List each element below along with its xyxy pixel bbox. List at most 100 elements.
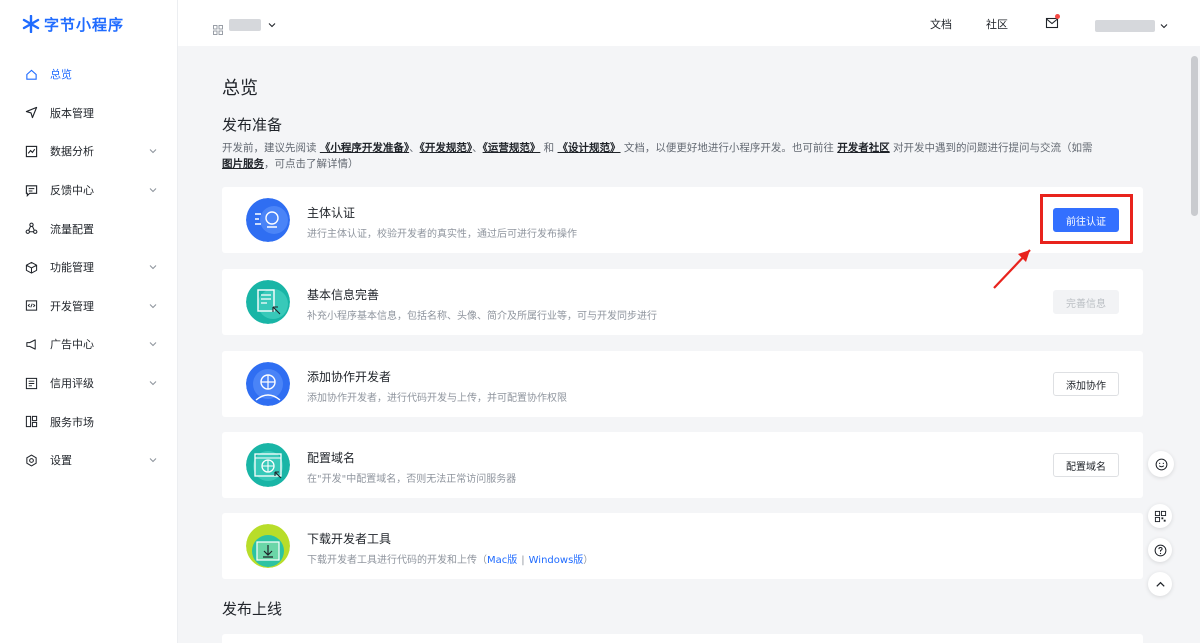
scrollbar[interactable] [1189, 46, 1200, 643]
sidebar-item-label: 设置 [50, 454, 72, 468]
intro-fragment: 文档，以便更好地进行小程序开发。也可前往 [620, 142, 838, 154]
configure-domain-button[interactable]: 配置域名 [1053, 453, 1119, 477]
sidebar-item-label: 总览 [50, 68, 72, 82]
apps-icon [24, 415, 38, 429]
sidebar-nav: 总览 版本管理 数据分析 反馈中心 流量配置 功能管理 开发管理 广告中心 信用… [0, 55, 178, 480]
sidebar-item-label: 开发管理 [50, 299, 94, 313]
community-link[interactable]: 社区 [986, 16, 1008, 32]
verify-icon [246, 198, 290, 242]
add-collaborator-button[interactable]: 添加协作 [1053, 372, 1119, 396]
card-description: 补充小程序基本信息，包括名称、头像、简介及所属行业等，可与开发同步进行 [307, 311, 657, 322]
sidebar-item-feedback[interactable]: 反馈中心 [0, 171, 178, 210]
link-dev-prep[interactable]: 《小程序开发准备》 [320, 142, 409, 154]
cube-icon [24, 260, 38, 274]
highlight-box [1040, 194, 1133, 244]
scrollbar-thumb[interactable] [1191, 56, 1198, 216]
complete-info-button[interactable]: 完善信息 [1053, 290, 1119, 314]
card-domain: 配置域名 在"开发"中配置域名，否则无法正常访问服务器 配置域名 [222, 432, 1143, 498]
sidebar-item-label: 数据分析 [50, 145, 94, 159]
page-title: 总览 [222, 78, 258, 99]
chevron-down-icon [148, 185, 158, 195]
smile-icon[interactable] [1148, 451, 1174, 477]
link-dev-community[interactable]: 开发者社区 [837, 142, 890, 154]
sidebar-item-ads[interactable]: 广告中心 [0, 325, 178, 364]
sidebar-item-label: 服务市场 [50, 415, 94, 429]
chevron-down-icon [1159, 16, 1169, 35]
sidebar-item-credit[interactable]: 信用评级 [0, 364, 178, 403]
download-icon [246, 524, 290, 568]
link-design-spec[interactable]: 《设计规范》 [558, 142, 621, 154]
card-description: 在"开发"中配置域名，否则无法正常访问服务器 [307, 474, 517, 485]
desc-text: 下载开发者工具进行代码的开发和上传（ [307, 555, 487, 566]
app-name: 字节小程序 [44, 15, 125, 34]
sidebar-item-market[interactable]: 服务市场 [0, 402, 178, 441]
chevron-down-icon [148, 339, 158, 349]
collaborator-icon [246, 362, 290, 406]
sidebar: 字节小程序 总览 版本管理 数据分析 反馈中心 流量配置 功能管理 开发管理 广… [0, 0, 178, 643]
docs-link[interactable]: 文档 [930, 16, 952, 32]
intro-fragment: 、 [409, 142, 420, 154]
card-description: 进行主体认证，校验开发者的真实性，通过后可进行发布操作 [307, 229, 577, 240]
share-icon [24, 222, 38, 236]
notification-dot [1055, 14, 1060, 19]
send-icon [24, 106, 38, 120]
chevron-down-icon [148, 262, 158, 272]
card-title: 主体认证 [307, 206, 356, 220]
sidebar-item-overview[interactable]: 总览 [0, 55, 178, 94]
card-title: 添加协作开发者 [307, 370, 392, 384]
separator: | [521, 555, 525, 566]
chevron-down-icon [148, 301, 158, 311]
card-description: 下载开发者工具进行代码的开发和上传（Mac版 | Windows版） [307, 551, 593, 566]
link-image-service[interactable]: 图片服务 [222, 158, 264, 170]
help-icon[interactable] [1148, 538, 1172, 562]
chart-icon [24, 144, 38, 158]
intro-fragment: 、 [472, 142, 483, 154]
chevron-down-icon [148, 455, 158, 465]
section-title-prep: 发布准备 [222, 116, 283, 134]
link-dev-spec[interactable]: 《开发规范》 [420, 142, 473, 154]
card-description: 添加协作开发者，进行代码开发与上传，并可配置协作权限 [307, 393, 567, 404]
mac-download-link[interactable]: Mac版 [487, 555, 517, 566]
link-ops-spec[interactable]: 《运营规范》 [483, 142, 541, 154]
sidebar-item-features[interactable]: 功能管理 [0, 248, 178, 287]
main-content: 总览 发布准备 开发前，建议先阅读 《小程序开发准备》、《开发规范》、《运营规范… [178, 46, 1188, 643]
chevron-down-icon [148, 146, 158, 156]
sidebar-item-development[interactable]: 开发管理 [0, 287, 178, 326]
annotation-arrow-icon [993, 249, 1031, 289]
sidebar-item-label: 反馈中心 [50, 184, 94, 198]
message-icon [24, 183, 38, 197]
gear-icon [24, 453, 38, 467]
app-name-redacted [229, 18, 261, 31]
home-icon [24, 67, 38, 81]
grid-icon [213, 20, 223, 35]
sidebar-item-versions[interactable]: 版本管理 [0, 94, 178, 133]
sidebar-item-label: 版本管理 [50, 106, 94, 120]
sidebar-item-settings[interactable]: 设置 [0, 441, 178, 480]
card-publish-partial [222, 634, 1143, 643]
sidebar-item-analytics[interactable]: 数据分析 [0, 132, 178, 171]
card-title: 基本信息完善 [307, 288, 380, 302]
profile-doc-icon [246, 280, 290, 324]
app-switcher[interactable] [213, 15, 277, 35]
intro-fragment: 开发前，建议先阅读 [222, 142, 320, 154]
logo-icon [22, 14, 40, 34]
mail-icon[interactable] [1045, 14, 1060, 29]
qrcode-icon[interactable] [1148, 504, 1172, 528]
intro-fragment: ，可点击了解详情） [264, 158, 359, 170]
user-name-redacted [1095, 19, 1155, 32]
megaphone-icon [24, 337, 38, 351]
sidebar-item-label: 信用评级 [50, 377, 94, 391]
card-title: 下载开发者工具 [307, 532, 392, 546]
app-logo[interactable]: 字节小程序 [22, 12, 124, 36]
card-dev-tools: 下载开发者工具 下载开发者工具进行代码的开发和上传（Mac版 | Windows版） [222, 513, 1143, 579]
intro-fragment: 对开发中遇到的问题进行提问与交流（如需 [889, 142, 1093, 154]
sidebar-item-traffic[interactable]: 流量配置 [0, 209, 178, 248]
code-icon [24, 299, 38, 313]
section-title-publish: 发布上线 [222, 600, 283, 618]
user-menu[interactable] [1095, 16, 1169, 35]
back-to-top-icon[interactable] [1148, 572, 1172, 596]
rating-icon [24, 376, 38, 390]
desc-text: ） [583, 555, 594, 566]
windows-download-link[interactable]: Windows版 [529, 555, 584, 566]
sidebar-item-label: 广告中心 [50, 338, 94, 352]
